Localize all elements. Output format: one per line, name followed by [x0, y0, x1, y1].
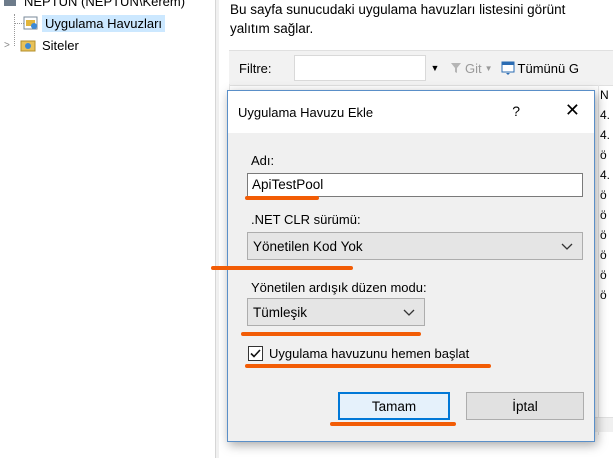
help-button[interactable]: ?	[512, 103, 520, 119]
show-all-button[interactable]: Tümünü G	[501, 61, 579, 76]
filter-input[interactable]	[294, 55, 426, 81]
list-cell: ö	[600, 228, 607, 242]
dialog-titlebar[interactable]: Uygulama Havuzu Ekle ? ✕	[228, 91, 594, 133]
dialog-title: Uygulama Havuzu Ekle	[238, 104, 374, 120]
funnel-icon	[451, 63, 461, 73]
list-cell: ö	[600, 208, 607, 222]
tree-item-label: Siteler	[42, 37, 79, 53]
description-line: Bu sayfa sunucudaki uygulama havuzları l…	[230, 2, 566, 17]
list-cell: ö	[600, 268, 607, 282]
cancel-button[interactable]: İptal	[466, 392, 584, 420]
clr-version-label: .NET CLR sürümü:	[251, 212, 361, 227]
server-icon	[2, 0, 18, 9]
list-cell: ö	[600, 248, 607, 262]
list-cell: ö	[600, 188, 607, 202]
add-app-pool-dialog: Uygulama Havuzu Ekle ? ✕ Adı: ApiTestPoo…	[211, 90, 595, 442]
list-cell: 4.	[600, 168, 611, 182]
annotation-underline	[245, 196, 319, 200]
chevron-down-icon	[403, 309, 415, 316]
checkbox-box[interactable]	[248, 346, 263, 361]
annotation-underline	[211, 266, 353, 270]
dropdown-arrow-icon: ▼	[484, 63, 493, 73]
ok-button[interactable]: Tamam	[338, 392, 450, 420]
tree-item-server[interactable]: NEPTUN (NEPTUN\Kerem)	[2, 0, 188, 11]
pool-name-input[interactable]: ApiTestPool	[247, 173, 583, 197]
clr-version-select[interactable]: Yönetilen Kod Yok	[247, 232, 583, 260]
clr-version-value: Yönetilen Kod Yok	[253, 238, 363, 254]
list-cell: N	[600, 88, 609, 102]
list-cell: 4.	[600, 128, 611, 142]
list-cell: ö	[600, 288, 607, 302]
page-description: Bu sayfa sunucudaki uygulama havuzları l…	[230, 0, 613, 38]
annotation-underline	[245, 364, 491, 368]
go-label: Git	[465, 60, 482, 76]
annotation-underline	[241, 332, 421, 336]
pipeline-mode-label: Yönetilen ardışık düzen modu:	[251, 280, 427, 295]
tree-item-app-pools[interactable]: Uygulama Havuzları	[23, 13, 166, 33]
tree-item-label: Uygulama Havuzları	[42, 14, 166, 32]
name-label: Adı:	[251, 153, 275, 168]
go-button[interactable]: Git ▼	[450, 61, 493, 76]
filter-bar: Filtre: ▼ Git ▼ Tümünü G	[229, 50, 613, 86]
app-pool-list-edge: N 4. 4. ö 4. ö ö ö ö ö ö	[598, 85, 613, 435]
list-cell: ö	[600, 148, 607, 162]
tree-item-label: NEPTUN (NEPTUN\Kerem)	[24, 0, 186, 9]
start-immediately-checkbox[interactable]: Uygulama havuzunu hemen başlat	[248, 346, 469, 361]
app-pool-icon	[23, 15, 39, 31]
sites-folder-icon	[20, 37, 36, 53]
close-button[interactable]: ✕	[565, 101, 580, 119]
tree-item-sites[interactable]: > Siteler	[4, 35, 82, 55]
description-line: yalıtım sağlar.	[230, 21, 314, 36]
connections-tree: NEPTUN (NEPTUN\Kerem) Uygulama Havuzları…	[0, 0, 214, 458]
expand-arrow-icon[interactable]: >	[4, 40, 20, 51]
start-immediately-label: Uygulama havuzunu hemen başlat	[269, 346, 470, 361]
pipeline-mode-select[interactable]: Tümleşik	[247, 298, 425, 326]
list-cell: 4.	[600, 108, 611, 122]
pipeline-mode-value: Tümleşik	[253, 304, 308, 320]
annotation-underline	[330, 422, 456, 426]
filter-dropdown-icon[interactable]: ▼	[428, 63, 442, 73]
show-all-label: Tümünü G	[517, 60, 579, 76]
checkmark-icon	[250, 349, 261, 358]
filter-label: Filtre:	[239, 60, 272, 76]
chevron-down-icon	[561, 243, 573, 250]
show-all-icon	[501, 61, 515, 75]
